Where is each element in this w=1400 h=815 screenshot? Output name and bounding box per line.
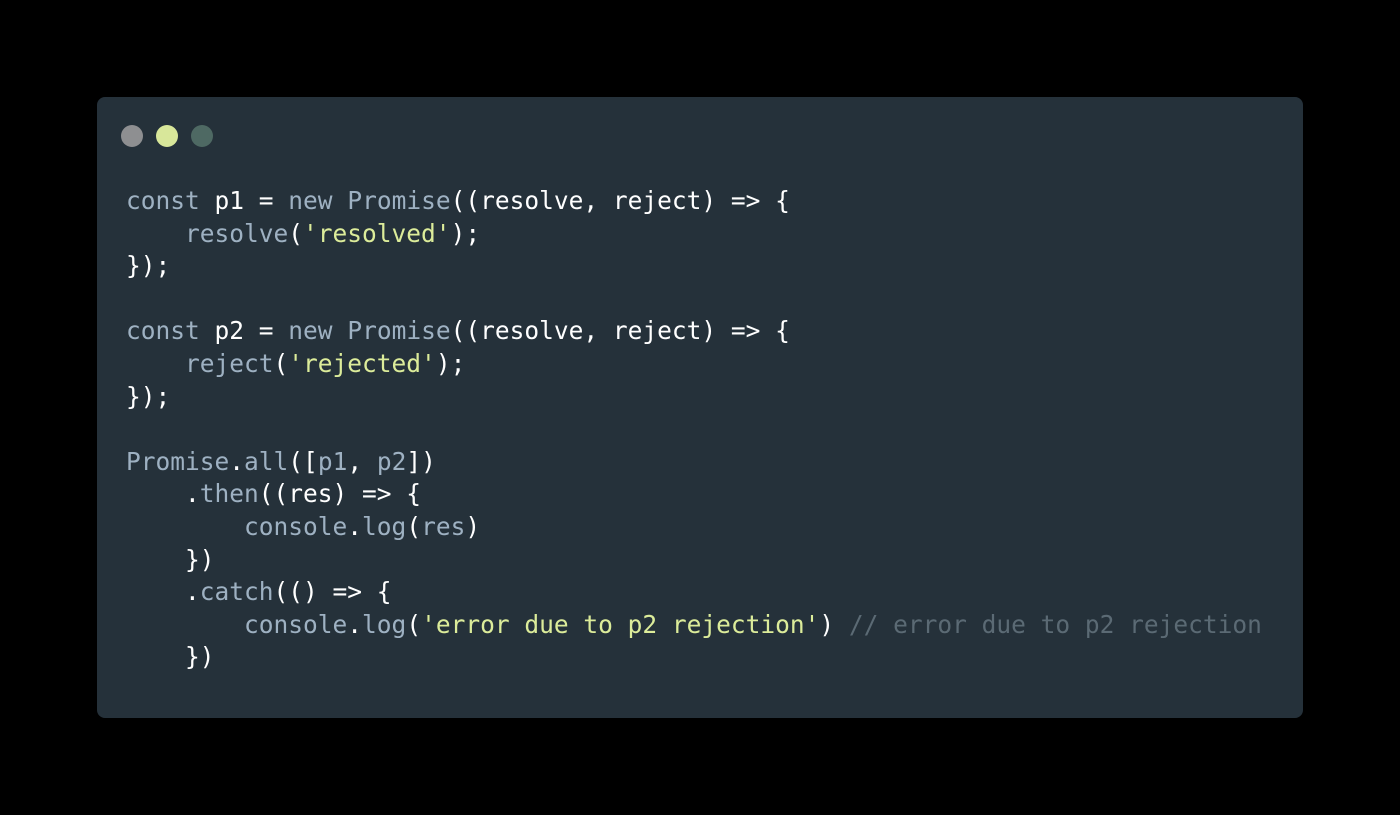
- code-line: }): [126, 544, 1262, 577]
- code-token: then: [199, 479, 259, 509]
- code-line: Promise.all([p1, p2]): [126, 446, 1262, 479]
- code-string: 'resolved': [303, 218, 451, 248]
- code-token: Promise: [347, 186, 451, 215]
- code-token: ]): [406, 446, 436, 476]
- code-token: ([: [288, 446, 318, 476]
- code-token: console: [244, 511, 348, 541]
- code-token: (() => {: [273, 577, 392, 607]
- code-token: .: [347, 511, 363, 541]
- code-token: });: [126, 381, 171, 411]
- code-token: const: [126, 186, 200, 215]
- code-token: }): [185, 544, 215, 574]
- code-token: Promise: [126, 446, 230, 476]
- window-controls: [121, 125, 213, 147]
- code-window: const p1 = new Promise((resolve, reject)…: [97, 97, 1303, 718]
- code-token: new: [288, 186, 333, 215]
- code-token: );: [435, 348, 466, 378]
- code-token: p1: [317, 446, 348, 476]
- code-token: .: [347, 609, 363, 639]
- code-line: }): [126, 641, 1262, 674]
- code-token: ((res) => {: [258, 479, 422, 509]
- code-token: .: [185, 479, 200, 509]
- minimize-button[interactable]: [156, 125, 178, 147]
- code-token: p2: [376, 446, 407, 476]
- code-token: ): [819, 609, 849, 639]
- code-token: });: [126, 251, 171, 281]
- code-line: reject('rejected');: [126, 348, 1262, 381]
- close-button[interactable]: [121, 125, 143, 147]
- code-token: resolve: [185, 218, 289, 248]
- code-line: .then((res) => {: [126, 478, 1262, 511]
- code-token: res: [421, 511, 466, 541]
- code-token: log: [362, 609, 407, 639]
- code-token: p1 =: [199, 186, 289, 215]
- code-line: const p1 = new Promise((resolve, reject)…: [126, 185, 1262, 218]
- code-token: new: [288, 316, 333, 346]
- code-string: 'error due to p2 rejection': [421, 609, 820, 639]
- code-token: ): [465, 511, 481, 541]
- code-line: });: [126, 381, 1262, 414]
- code-token: all: [244, 446, 289, 476]
- code-line: console.log(res): [126, 511, 1262, 544]
- code-line: resolve('resolved');: [126, 218, 1262, 251]
- code-token: log: [362, 511, 407, 541]
- code-token: }): [185, 642, 215, 672]
- code-token: .: [185, 577, 200, 607]
- code-token: (: [288, 218, 304, 248]
- code-block: const p1 = new Promise((resolve, reject)…: [126, 185, 1262, 674]
- code-line: .catch(() => {: [126, 576, 1262, 609]
- code-line: console.log('error due to p2 rejection')…: [126, 609, 1262, 642]
- code-token: .: [229, 446, 245, 476]
- code-string: 'rejected': [288, 348, 436, 378]
- code-token: const: [126, 316, 200, 346]
- code-comment: // error due to p2 rejection: [848, 609, 1262, 639]
- code-token: ((resolve, reject) => {: [450, 186, 790, 215]
- maximize-button[interactable]: [191, 125, 213, 147]
- code-token: Promise: [347, 316, 451, 346]
- code-token: ,: [347, 446, 377, 476]
- code-token: );: [450, 218, 481, 248]
- code-token: console: [244, 609, 348, 639]
- code-line: const p2 = new Promise((resolve, reject)…: [126, 315, 1262, 348]
- code-token: (: [406, 609, 422, 639]
- code-token: (: [406, 511, 422, 541]
- code-token: ((resolve, reject) => {: [450, 316, 790, 346]
- code-token: catch: [199, 577, 274, 607]
- code-token: p2 =: [199, 316, 289, 346]
- code-line: });: [126, 250, 1262, 283]
- code-token: (: [273, 348, 289, 378]
- code-token: reject: [185, 348, 274, 378]
